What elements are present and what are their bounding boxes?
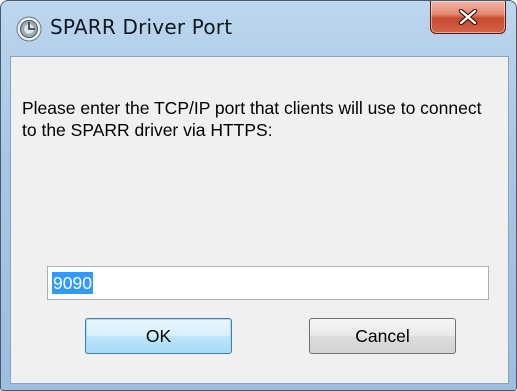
ok-button-label: OK (145, 325, 172, 346)
cancel-button-label: Cancel (355, 325, 410, 346)
prompt-text: Please enter the TCP/IP port that client… (22, 98, 482, 140)
title-bar[interactable]: SPARR Driver Port (1, 1, 516, 51)
ok-button[interactable]: OK (85, 318, 232, 354)
window-title: SPARR Driver Port (50, 15, 233, 39)
dialog-window: SPARR Driver Port Please enter the TCP/I… (0, 0, 517, 391)
port-value[interactable]: 9090 (52, 272, 93, 294)
dialog-body: Please enter the TCP/IP port that client… (10, 56, 509, 384)
close-icon (458, 9, 478, 25)
close-button[interactable] (430, 1, 506, 34)
app-icon[interactable] (16, 16, 42, 42)
cancel-button[interactable]: Cancel (309, 318, 456, 354)
port-input[interactable]: 9090 (47, 266, 489, 300)
